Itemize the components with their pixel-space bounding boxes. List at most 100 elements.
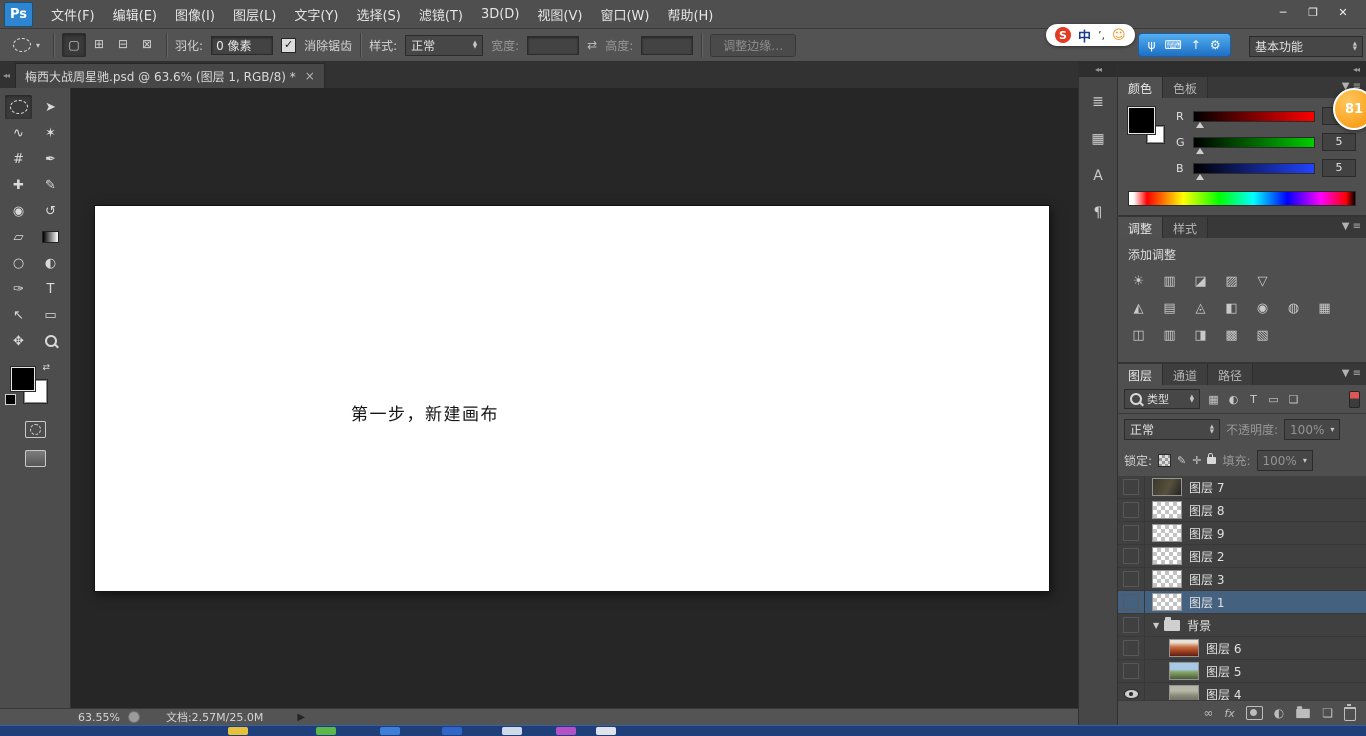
properties-panel-icon[interactable]: ▦	[1085, 127, 1111, 151]
channel-slider[interactable]	[1193, 163, 1315, 174]
visibility-toggle[interactable]	[1118, 683, 1145, 700]
color-balance-icon[interactable]: ◬	[1190, 300, 1211, 317]
healing-brush-tool[interactable]: ✚	[5, 173, 32, 197]
character-panel-icon[interactable]: A	[1085, 164, 1111, 188]
menu-item-9[interactable]: 窗口(W)	[591, 0, 658, 28]
visibility-toggle[interactable]	[1118, 591, 1145, 613]
tool-preset-picker[interactable]: ▾	[8, 36, 45, 54]
menu-item-6[interactable]: 滤镜(T)	[410, 0, 472, 28]
eyedropper-tool[interactable]: ✒	[37, 147, 64, 171]
layer-thumbnail[interactable]	[1169, 639, 1199, 657]
layer-row[interactable]: 图层 8	[1118, 499, 1366, 522]
filter-adjustment-layers-icon[interactable]: ◐	[1225, 391, 1242, 407]
layer-row[interactable]: 图层 4	[1118, 683, 1366, 700]
lock-position-icon[interactable]: ✛	[1192, 454, 1201, 467]
keyboard-icon[interactable]: ⌨	[1165, 38, 1182, 52]
add-to-selection[interactable]: ⊞	[88, 33, 110, 55]
swap-colors-icon[interactable]: ⇄	[42, 363, 50, 373]
minimize-button[interactable]: ─	[1268, 3, 1298, 21]
visibility-toggle[interactable]	[1118, 660, 1145, 682]
hue-saturation-icon[interactable]: ▤	[1159, 300, 1180, 317]
layers-tab-0[interactable]: 图层	[1118, 364, 1163, 385]
brightness-contrast-icon[interactable]: ☀	[1128, 273, 1149, 290]
menu-item-10[interactable]: 帮助(H)	[658, 0, 722, 28]
style-dropdown[interactable]: 正常 ▲▼	[405, 35, 483, 56]
height-input[interactable]	[641, 36, 693, 55]
adjust-tab-0[interactable]: 调整	[1118, 217, 1163, 238]
layer-row[interactable]: 图层 2	[1118, 545, 1366, 568]
panel-menu-icon[interactable]: ▼ ≡	[1342, 368, 1361, 379]
elliptical-marquee-tool[interactable]	[5, 95, 32, 119]
subtract-from-selection[interactable]: ⊟	[112, 33, 134, 55]
default-colors-icon[interactable]	[5, 394, 16, 405]
curves-icon[interactable]: ◪	[1190, 273, 1211, 290]
layer-thumbnail[interactable]	[1152, 478, 1182, 496]
canvas-document[interactable]: 第一步，新建画布	[94, 205, 1050, 592]
color-spectrum-ramp[interactable]	[1128, 191, 1356, 206]
lasso-tool[interactable]: ∿	[5, 121, 32, 145]
threshold-icon[interactable]: ◨	[1190, 327, 1211, 344]
visibility-toggle[interactable]	[1118, 568, 1145, 590]
history-brush-tool[interactable]: ↺	[37, 199, 64, 223]
filter-smart-objects-icon[interactable]: ❏	[1285, 391, 1302, 407]
clone-stamp-tool[interactable]: ◉	[5, 199, 32, 223]
menu-item-0[interactable]: 文件(F)	[42, 0, 104, 28]
toolbox-icon[interactable]: ⚙	[1210, 38, 1221, 52]
channel-value[interactable]: 5	[1322, 159, 1356, 177]
exposure-icon[interactable]: ▨	[1221, 273, 1242, 290]
path-selection-tool[interactable]: ↖	[5, 303, 32, 327]
lock-pixels-icon[interactable]: ✎	[1177, 454, 1186, 467]
new-layer-icon[interactable]: ❏	[1322, 706, 1333, 720]
channel-value[interactable]: 5	[1322, 133, 1356, 151]
filter-shape-layers-icon[interactable]: ▭	[1265, 391, 1282, 407]
paragraph-panel-icon[interactable]: ¶	[1085, 201, 1111, 225]
filter-pixel-layers-icon[interactable]: ▦	[1205, 391, 1222, 407]
taskbar-app-0[interactable]	[228, 727, 248, 735]
levels-icon[interactable]: ▥	[1159, 273, 1180, 290]
lock-all-icon[interactable]	[1207, 457, 1216, 464]
slider-marker-icon[interactable]	[1196, 174, 1204, 180]
layer-row[interactable]: 图层 5	[1118, 660, 1366, 683]
foreground-color-swatch[interactable]	[1128, 107, 1155, 134]
tab-close-icon[interactable]: ×	[305, 69, 315, 83]
refine-edge-button[interactable]: 调整边缘…	[710, 34, 796, 57]
layer-row[interactable]: 图层 1	[1118, 591, 1366, 614]
layer-thumbnail[interactable]	[1152, 593, 1182, 611]
type-tool[interactable]: T	[37, 277, 64, 301]
foreground-color-swatch[interactable]	[11, 367, 35, 391]
menu-item-7[interactable]: 3D(D)	[472, 0, 528, 28]
history-panel-icon[interactable]: ≣	[1085, 90, 1111, 114]
collapse-arrows-icon[interactable]: ◂◂	[3, 71, 9, 80]
color-lookup-icon[interactable]: ▦	[1314, 300, 1335, 317]
layer-thumbnail[interactable]	[1169, 662, 1199, 680]
screen-mode-button[interactable]	[25, 450, 46, 467]
channel-mixer-icon[interactable]: ◍	[1283, 300, 1304, 317]
add-layer-mask-icon[interactable]	[1246, 706, 1263, 720]
slider-marker-icon[interactable]	[1196, 148, 1204, 154]
delete-layer-icon[interactable]	[1344, 707, 1356, 721]
posterize-icon[interactable]: ▥	[1159, 327, 1180, 344]
more-adjustments-icon[interactable]: ▽	[1252, 273, 1273, 290]
menu-item-5[interactable]: 选择(S)	[347, 0, 409, 28]
eraser-tool[interactable]: ▱	[5, 225, 32, 249]
color-tab-1[interactable]: 色板	[1163, 77, 1208, 98]
blur-tool[interactable]: ○	[5, 251, 32, 275]
swap-dimensions-icon[interactable]: ⇄	[587, 38, 597, 52]
new-selection[interactable]: ▢	[62, 33, 86, 57]
blend-mode-dropdown[interactable]: 正常 ▲▼	[1124, 419, 1220, 440]
opacity-dropdown[interactable]: 100% ▾	[1284, 419, 1340, 440]
menu-item-4[interactable]: 文字(Y)	[285, 0, 347, 28]
slider-marker-icon[interactable]	[1196, 122, 1204, 128]
close-button[interactable]: ✕	[1328, 3, 1358, 21]
menu-item-1[interactable]: 编辑(E)	[104, 0, 166, 28]
zoom-level[interactable]: 63.55%	[78, 711, 120, 724]
layer-thumbnail[interactable]	[1152, 501, 1182, 519]
document-tab[interactable]: 梅西大战周星驰.psd @ 63.6% (图层 1, RGB/8) * ×	[15, 63, 325, 88]
layer-row[interactable]: 图层 6	[1118, 637, 1366, 660]
layer-effects-icon[interactable]: fx	[1224, 707, 1234, 720]
taskbar-app-3[interactable]	[442, 727, 462, 735]
collapse-panels-icon[interactable]: ◂◂	[1118, 62, 1366, 77]
menu-item-8[interactable]: 视图(V)	[528, 0, 591, 28]
visibility-toggle[interactable]	[1118, 545, 1145, 567]
ime-punctuation-toggle[interactable]: ’,	[1098, 29, 1105, 42]
